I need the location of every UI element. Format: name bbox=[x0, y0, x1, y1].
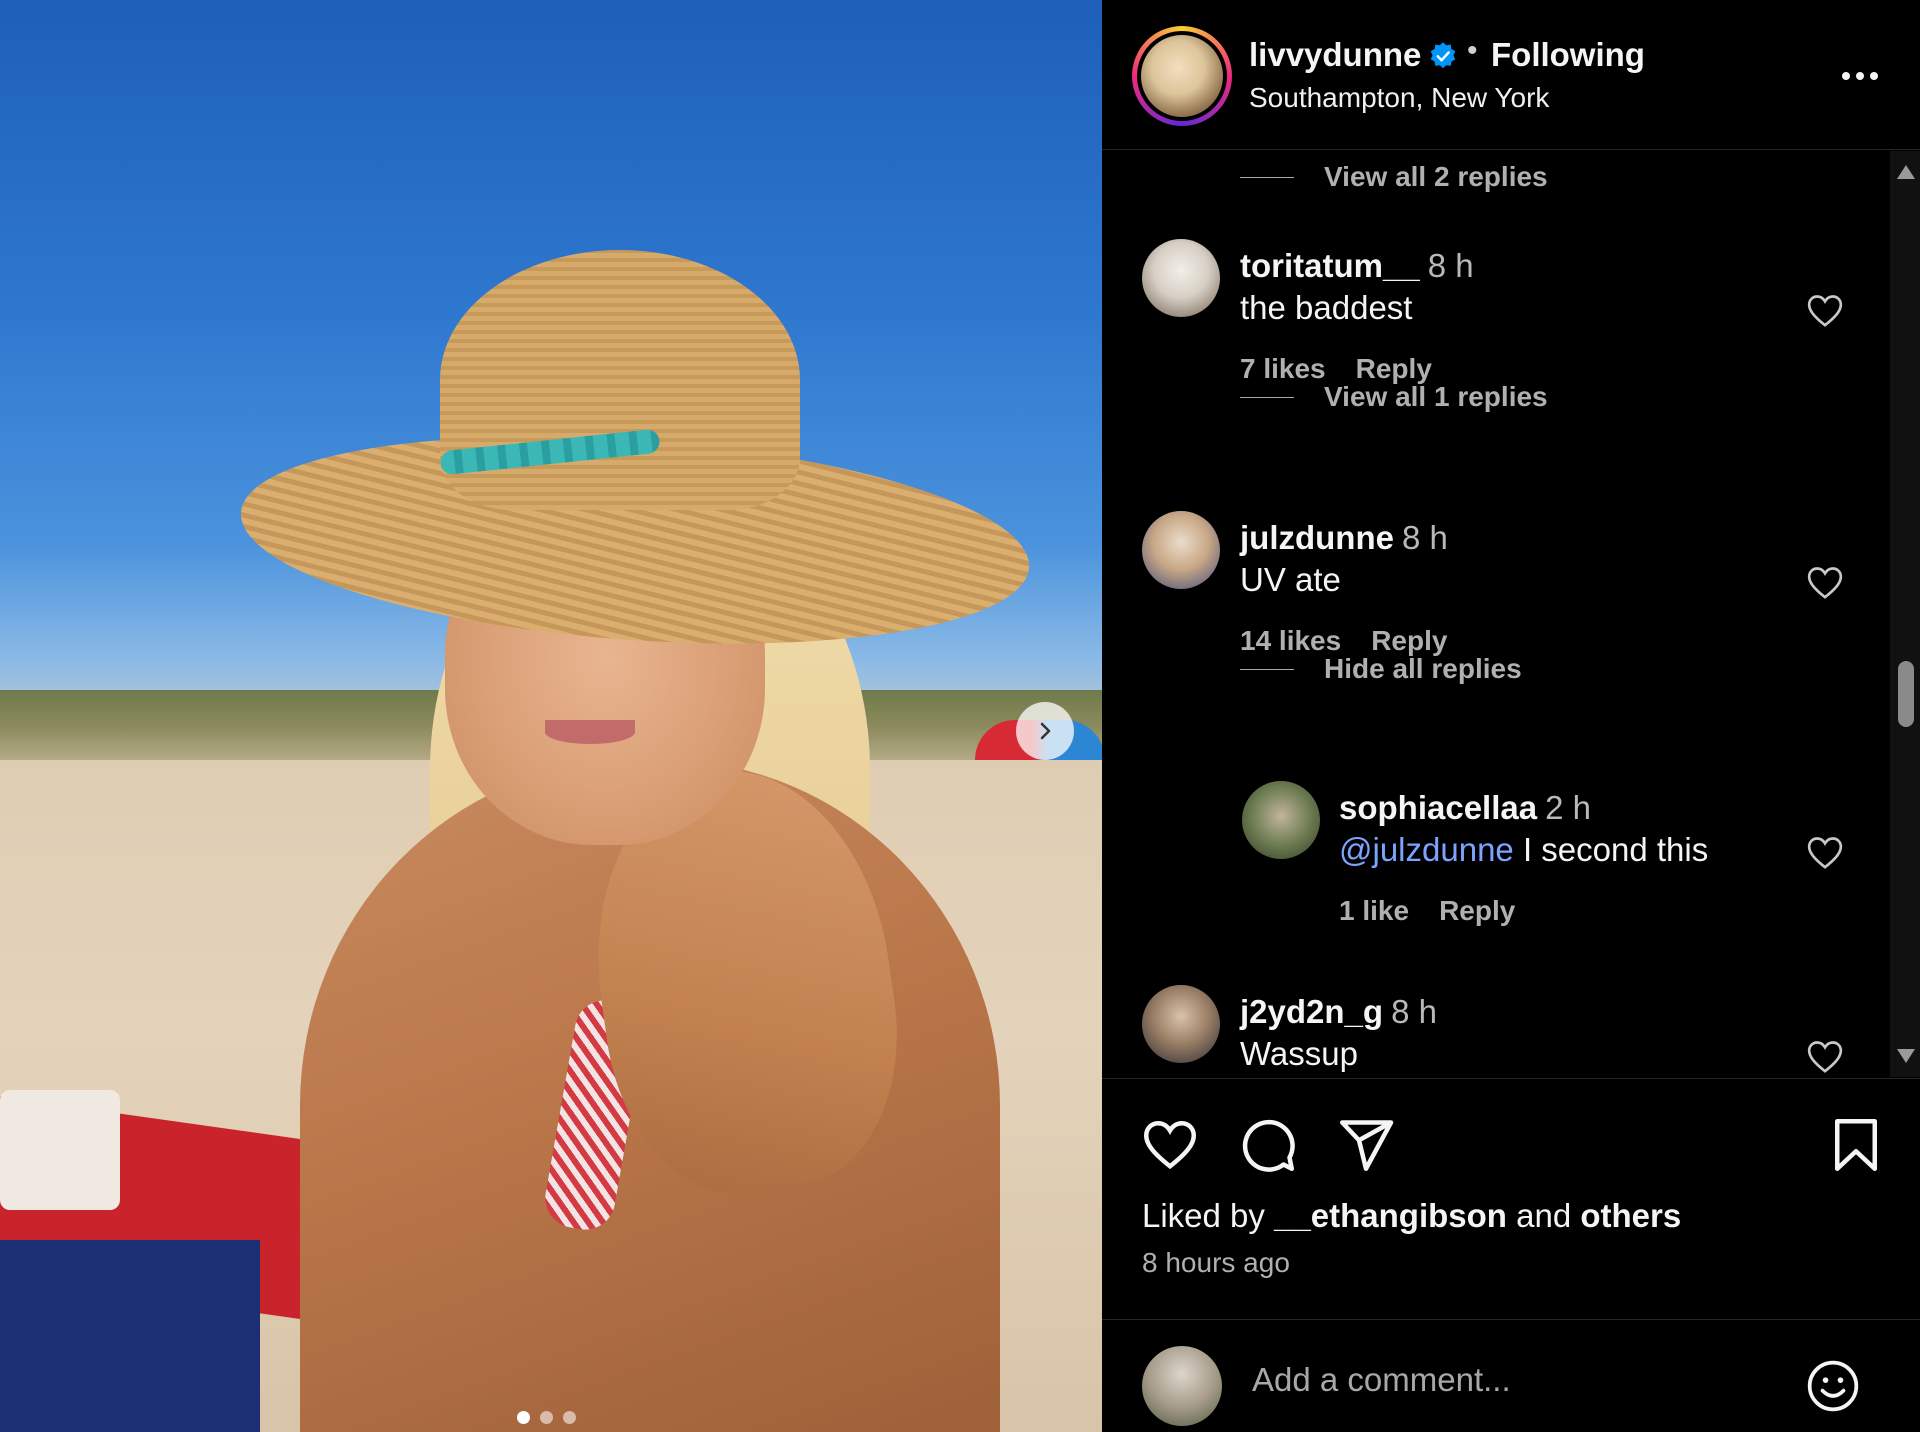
hide-replies-label: Hide all replies bbox=[1324, 653, 1522, 684]
comment-meta: 1 like Reply bbox=[1339, 895, 1515, 927]
carousel-dot bbox=[563, 1411, 576, 1424]
view-replies-label: View all 1 replies bbox=[1324, 381, 1548, 412]
comment-username[interactable]: julzdunne 8 h bbox=[1240, 519, 1448, 557]
mention-link[interactable]: @julzdunne bbox=[1339, 831, 1514, 868]
comment-text: UV ate bbox=[1240, 561, 1341, 598]
comment-time: 8 h bbox=[1391, 993, 1437, 1030]
author-username[interactable]: livvydunne bbox=[1249, 36, 1421, 74]
liked-by-user-link[interactable]: __ethangibson bbox=[1274, 1197, 1507, 1234]
liked-by-others-link[interactable]: others bbox=[1580, 1197, 1681, 1234]
comment-username[interactable]: sophiacellaa 2 h bbox=[1339, 789, 1591, 827]
commenter-avatar[interactable] bbox=[1242, 781, 1320, 859]
current-user-avatar bbox=[1142, 1346, 1222, 1426]
post-side-panel: livvydunne • Following Southampton, New … bbox=[1102, 0, 1920, 1432]
photo-lips bbox=[545, 720, 635, 744]
post-header: livvydunne • Following Southampton, New … bbox=[1102, 0, 1920, 150]
photo-towel-blue bbox=[0, 1240, 260, 1432]
bookmark-icon[interactable] bbox=[1826, 1115, 1886, 1175]
post-location[interactable]: Southampton, New York bbox=[1249, 82, 1549, 114]
comment-time: 2 h bbox=[1545, 789, 1591, 826]
carousel-dot bbox=[540, 1411, 553, 1424]
scroll-up-arrow[interactable] bbox=[1897, 165, 1915, 179]
comment-item: toritatum__ 8 h the baddest 7 likes Reply bbox=[1102, 239, 1845, 389]
comment-time: 8 h bbox=[1401, 519, 1448, 556]
following-button[interactable]: Following bbox=[1491, 36, 1645, 74]
scroll-thumb[interactable] bbox=[1898, 661, 1914, 727]
scroll-down-arrow[interactable] bbox=[1897, 1049, 1915, 1063]
emoji-icon[interactable] bbox=[1805, 1358, 1861, 1414]
photo-towel-white bbox=[0, 1090, 120, 1210]
comment-likes[interactable]: 1 like bbox=[1339, 895, 1409, 927]
comment-username[interactable]: toritatum__ 8 h bbox=[1240, 247, 1474, 285]
commenter-avatar[interactable] bbox=[1142, 511, 1220, 589]
heart-icon[interactable] bbox=[1805, 833, 1845, 873]
replies-divider bbox=[1240, 668, 1294, 670]
comment-text: @julzdunne I second this bbox=[1339, 831, 1709, 868]
liked-by-text: Liked by __ethangibson and others bbox=[1142, 1197, 1682, 1234]
commenter-avatar[interactable] bbox=[1142, 985, 1220, 1063]
view-replies-button[interactable]: View all 1 replies bbox=[1240, 381, 1548, 413]
header-separator: • bbox=[1467, 34, 1478, 67]
post-media[interactable] bbox=[0, 0, 1102, 1432]
heart-icon[interactable] bbox=[1805, 1037, 1845, 1077]
comment-item: j2yd2n_g 8 h Wassup bbox=[1102, 985, 1845, 1077]
comments-scrollbar[interactable] bbox=[1890, 151, 1920, 1077]
more-options-icon[interactable] bbox=[1830, 56, 1890, 96]
add-comment-bar bbox=[1102, 1319, 1920, 1432]
heart-icon[interactable] bbox=[1805, 563, 1845, 603]
verified-badge-icon bbox=[1430, 42, 1456, 69]
replies-divider bbox=[1240, 176, 1294, 178]
add-comment-input[interactable] bbox=[1252, 1350, 1792, 1410]
heart-icon[interactable] bbox=[1140, 1115, 1200, 1175]
comments-list[interactable]: View all 2 replies toritatum__ 8 h the ba… bbox=[1102, 151, 1920, 1077]
view-replies-button[interactable]: View all 2 replies bbox=[1240, 161, 1548, 193]
comment-item: julzdunne 8 h UV ate 14 likes Reply bbox=[1102, 511, 1845, 661]
comment-text: Wassup bbox=[1240, 1035, 1358, 1072]
comment-reply-button[interactable]: Reply bbox=[1439, 895, 1515, 927]
comment-time: 8 h bbox=[1427, 247, 1474, 284]
carousel-dot bbox=[517, 1411, 530, 1424]
hide-replies-button[interactable]: Hide all replies bbox=[1240, 653, 1522, 685]
comment-icon[interactable] bbox=[1238, 1115, 1298, 1175]
chevron-right-icon bbox=[1040, 722, 1051, 740]
author-avatar-image bbox=[1137, 31, 1227, 121]
photo-hat-crown bbox=[440, 250, 800, 510]
comment-username[interactable]: j2yd2n_g 8 h bbox=[1240, 993, 1437, 1031]
post-time-ago[interactable]: 8 hours ago bbox=[1142, 1247, 1290, 1279]
post-actions: Liked by __ethangibson and others 8 hour… bbox=[1102, 1078, 1920, 1432]
replies-divider bbox=[1240, 396, 1294, 398]
reply-item: sophiacellaa 2 h @julzdunne I second this… bbox=[1102, 781, 1845, 931]
carousel-next-button[interactable] bbox=[1016, 702, 1074, 760]
view-replies-label: View all 2 replies bbox=[1324, 161, 1548, 192]
carousel-indicator bbox=[517, 1411, 576, 1424]
author-avatar[interactable] bbox=[1132, 26, 1232, 126]
heart-icon[interactable] bbox=[1805, 291, 1845, 331]
commenter-avatar[interactable] bbox=[1142, 239, 1220, 317]
comment-text: the baddest bbox=[1240, 289, 1413, 326]
share-icon[interactable] bbox=[1336, 1115, 1396, 1175]
